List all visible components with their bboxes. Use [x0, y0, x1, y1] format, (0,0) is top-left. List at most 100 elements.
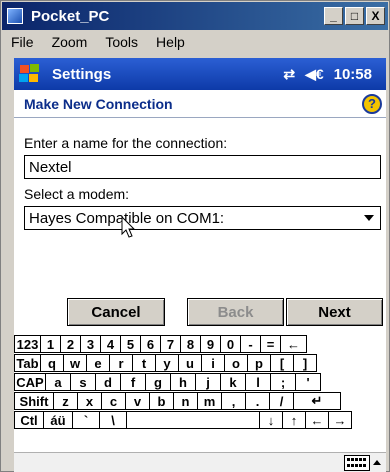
key[interactable]: \ — [99, 411, 127, 429]
page-title: Make New Connection — [24, 95, 173, 112]
key[interactable]: 123 — [14, 335, 41, 353]
volume-icon[interactable]: ◀€ — [305, 66, 324, 83]
navigation-bar: Settings ⇄ ◀€ 10:58 — [14, 58, 386, 90]
key[interactable]: ← — [305, 411, 329, 429]
key-space[interactable] — [126, 411, 260, 429]
key[interactable]: c — [101, 392, 126, 410]
key[interactable]: p — [247, 354, 271, 372]
back-button[interactable]: Back — [187, 298, 284, 326]
key[interactable]: . — [245, 392, 270, 410]
keyboard-row-1: 123 1 2 3 4 5 6 7 8 9 0- = ← — [14, 335, 307, 353]
key[interactable]: = — [260, 335, 281, 353]
menu-bar: File Zoom Tools Help — [2, 31, 388, 53]
key[interactable]: m — [197, 392, 222, 410]
key[interactable]: ← — [280, 335, 307, 353]
key[interactable]: ↑ — [282, 411, 306, 429]
connectivity-icon[interactable]: ⇄ — [283, 66, 295, 83]
minimize-button[interactable]: _ — [324, 7, 343, 25]
key[interactable]: [ — [270, 354, 294, 372]
key[interactable]: 0 — [220, 335, 241, 353]
key[interactable]: s — [70, 373, 96, 391]
key[interactable]: z — [53, 392, 78, 410]
key[interactable]: CAP — [14, 373, 46, 391]
nav-title[interactable]: Settings — [52, 66, 111, 83]
windows-start-icon[interactable] — [18, 63, 44, 85]
keyboard-icon[interactable] — [344, 455, 370, 471]
key[interactable]: w — [63, 354, 87, 372]
menu-file[interactable]: File — [2, 34, 43, 50]
key[interactable]: ↓ — [259, 411, 283, 429]
key[interactable]: q — [40, 354, 64, 372]
key[interactable]: j — [195, 373, 221, 391]
key[interactable]: u — [178, 354, 202, 372]
key[interactable]: g — [145, 373, 171, 391]
key[interactable]: b — [149, 392, 174, 410]
menu-tools[interactable]: Tools — [96, 34, 147, 50]
key[interactable]: l — [245, 373, 271, 391]
key[interactable]: 2 — [60, 335, 81, 353]
key[interactable]: Shift — [14, 392, 54, 410]
key[interactable]: , — [221, 392, 246, 410]
key[interactable]: v — [125, 392, 150, 410]
key[interactable]: o — [224, 354, 248, 372]
app-icon — [7, 8, 23, 24]
key[interactable]: - — [240, 335, 261, 353]
connection-name-value: Nextel — [29, 158, 72, 176]
restore-button[interactable]: □ — [345, 7, 364, 25]
cancel-button[interactable]: Cancel — [67, 298, 165, 326]
key[interactable]: 5 — [120, 335, 141, 353]
device-screen: Settings ⇄ ◀€ 10:58 Make New Connection … — [14, 58, 386, 472]
key[interactable]: d — [95, 373, 121, 391]
key[interactable]: h — [170, 373, 196, 391]
menu-bar-bottom — [14, 452, 386, 472]
key[interactable]: / — [269, 392, 294, 410]
key[interactable]: k — [220, 373, 246, 391]
key[interactable]: 4 — [100, 335, 121, 353]
key[interactable]: 7 — [160, 335, 181, 353]
clock-time[interactable]: 10:58 — [334, 66, 372, 83]
window-title: Pocket_PC — [31, 7, 110, 25]
key[interactable]: t — [132, 354, 156, 372]
key[interactable]: ] — [293, 354, 317, 372]
keyboard-row-3: CAP a s d f g h j k l; ' — [14, 373, 321, 391]
window-titlebar: Pocket_PC _ □ X — [2, 2, 388, 30]
name-label: Enter a name for the connection: — [24, 135, 228, 151]
emulator-window: Pocket_PC _ □ X File Zoom Tools Help Set… — [0, 0, 390, 472]
close-button[interactable]: X — [366, 7, 385, 25]
key[interactable]: 9 — [200, 335, 221, 353]
modem-select[interactable]: Hayes Compatible on COM1: — [24, 206, 381, 230]
next-button[interactable]: Next — [286, 298, 383, 326]
menu-help[interactable]: Help — [147, 34, 194, 50]
menu-zoom[interactable]: Zoom — [43, 34, 97, 50]
key[interactable]: x — [77, 392, 102, 410]
key[interactable]: a — [45, 373, 71, 391]
chevron-down-icon[interactable] — [364, 215, 374, 221]
key[interactable]: → — [328, 411, 352, 429]
key[interactable]: ' — [295, 373, 321, 391]
key[interactable]: 1 — [40, 335, 61, 353]
input-menu-arrow-icon[interactable] — [373, 460, 381, 465]
key[interactable]: y — [155, 354, 179, 372]
key[interactable]: Tab — [14, 354, 41, 372]
connection-name-input[interactable]: Nextel — [24, 155, 381, 179]
key[interactable]: f — [120, 373, 146, 391]
key[interactable]: 6 — [140, 335, 161, 353]
key[interactable]: e — [86, 354, 110, 372]
help-icon[interactable]: ? — [362, 93, 382, 114]
key[interactable]: ` — [72, 411, 100, 429]
key[interactable]: ; — [270, 373, 296, 391]
modem-label: Select a modem: — [24, 186, 130, 202]
key[interactable]: áü — [43, 411, 73, 429]
keyboard-row-2: Tab q w e r t y u i o p[] — [14, 354, 317, 372]
key[interactable]: r — [109, 354, 133, 372]
keyboard-row-5: Ctl áü ` \ ↓ ↑ ← → — [14, 411, 352, 429]
key[interactable]: 3 — [80, 335, 101, 353]
key[interactable]: 8 — [180, 335, 201, 353]
key[interactable]: i — [201, 354, 225, 372]
soft-keyboard: 123 1 2 3 4 5 6 7 8 9 0- = ← Tab q w e r t y u i o p[] CAP a s d f… — [14, 335, 386, 451]
key[interactable]: ↵ — [293, 392, 341, 410]
page-header: Make New Connection ? — [14, 90, 386, 118]
keyboard-row-4: Shift z x c v b n m,. / ↵ — [14, 392, 341, 410]
key[interactable]: Ctl — [14, 411, 44, 429]
key[interactable]: n — [173, 392, 198, 410]
